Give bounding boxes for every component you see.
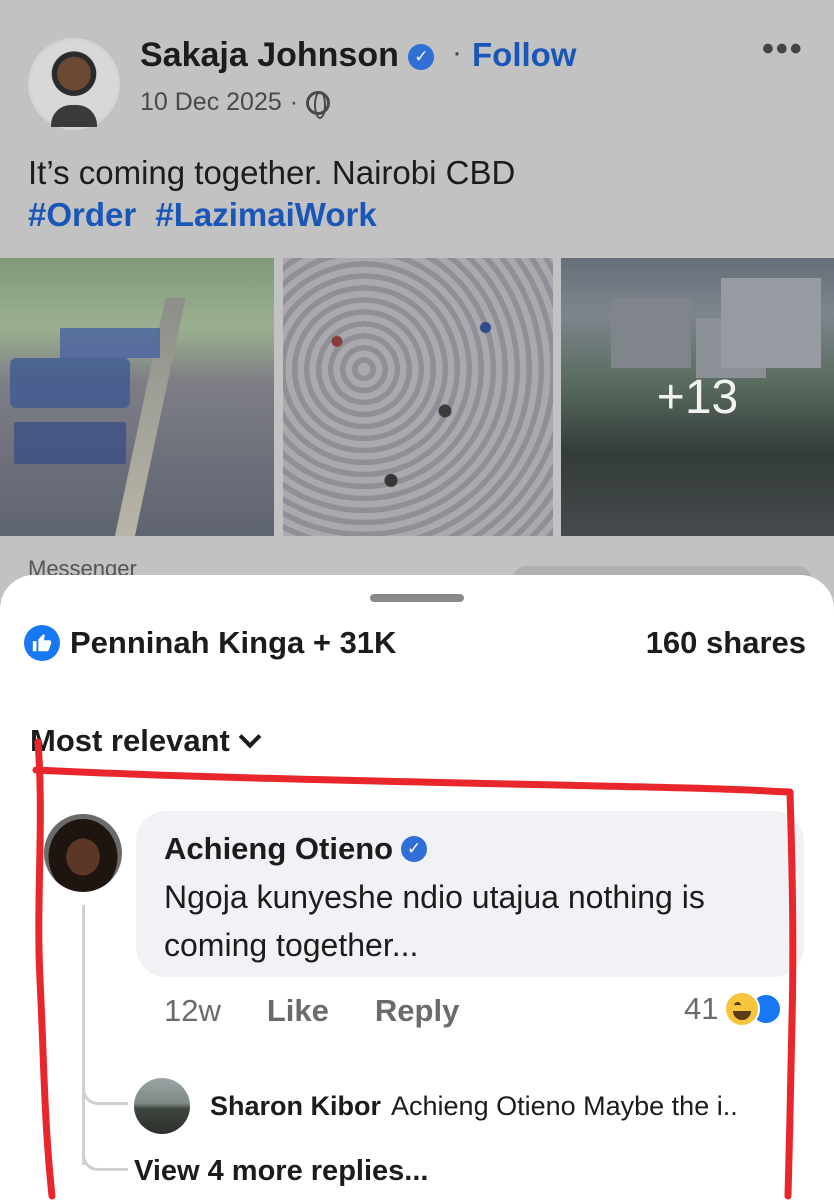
post-hashtags: #Order #LazimaiWork — [28, 196, 387, 234]
view-more-replies-link[interactable]: View 4 more replies... — [134, 1155, 428, 1188]
photo-street[interactable] — [0, 258, 274, 536]
haha-reaction-icon — [724, 991, 761, 1027]
comment-reactions[interactable]: 41 — [684, 991, 783, 1027]
reply-avatar[interactable] — [134, 1078, 190, 1134]
post-author[interactable]: Sakaja Johnson ✓ — [140, 36, 435, 75]
comment-bubble[interactable]: Achieng Otieno ✓ Ngoja kunyeshe ndio uta… — [136, 811, 804, 977]
photo-grid: +13 — [0, 258, 834, 536]
globe-icon — [306, 90, 331, 119]
comment-reaction-count: 41 — [684, 991, 719, 1026]
comment-actions: 12w Like Reply — [164, 993, 459, 1029]
shares-count[interactable]: 160 shares — [646, 625, 806, 661]
post-date: 10 Dec 2025 — [140, 88, 282, 116]
author-separator: · — [452, 36, 462, 69]
meta-separator: · — [289, 88, 299, 116]
more-options-icon[interactable]: ••• — [762, 30, 804, 69]
reactions-summary[interactable]: Penninah Kinga + 31K — [24, 625, 396, 661]
reply-button[interactable]: Reply — [375, 993, 459, 1029]
thread-branch — [82, 1075, 128, 1105]
post-card: Sakaja Johnson ✓ · Follow ••• 10 Dec 202… — [0, 0, 834, 600]
reply-author[interactable]: Sharon Kibor — [210, 1091, 381, 1121]
verified-badge-icon: ✓ — [401, 836, 428, 862]
photo-skyline[interactable]: +13 — [561, 258, 834, 536]
follow-button[interactable]: Follow — [472, 36, 576, 74]
like-button[interactable]: Like — [267, 993, 329, 1029]
reactions-label: Penninah Kinga + 31K — [70, 625, 397, 660]
sort-label: Most relevant — [30, 723, 230, 758]
post-author-name[interactable]: Sakaja Johnson — [140, 36, 399, 74]
reply-text: Achieng Otieno Maybe the i.. — [391, 1091, 738, 1121]
commenter-name[interactable]: Achieng Otieno ✓ — [164, 831, 428, 867]
thread-line — [82, 905, 85, 1165]
more-photos-count[interactable]: +13 — [561, 258, 834, 536]
hashtag-link[interactable]: #Order — [28, 196, 136, 233]
post-text: It’s coming together. Nairobi CBD — [28, 154, 516, 191]
photo-crowd[interactable] — [283, 258, 553, 536]
verified-badge-icon: ✓ — [408, 44, 435, 71]
sort-dropdown[interactable]: Most relevant — [30, 723, 262, 759]
author-avatar[interactable] — [28, 38, 120, 130]
comment-time: 12w — [164, 993, 221, 1028]
hashtag-link[interactable]: #LazimaiWork — [155, 196, 376, 233]
post-meta: 10 Dec 2025 · — [140, 88, 331, 119]
chevron-down-icon — [238, 725, 262, 749]
comment-text: Ngoja kunyeshe ndio utajua nothing is co… — [164, 879, 705, 963]
like-reaction-icon — [24, 625, 60, 661]
reply-preview[interactable]: Sharon Kibor Achieng Otieno Maybe the i.. — [210, 1091, 790, 1122]
drag-handle[interactable] — [370, 594, 464, 602]
comments-sheet: Penninah Kinga + 31K 160 shares Most rel… — [0, 575, 834, 1200]
commenter-avatar[interactable] — [44, 814, 122, 892]
commenter-name-text[interactable]: Achieng Otieno — [164, 831, 393, 867]
thread-branch — [82, 1135, 128, 1171]
